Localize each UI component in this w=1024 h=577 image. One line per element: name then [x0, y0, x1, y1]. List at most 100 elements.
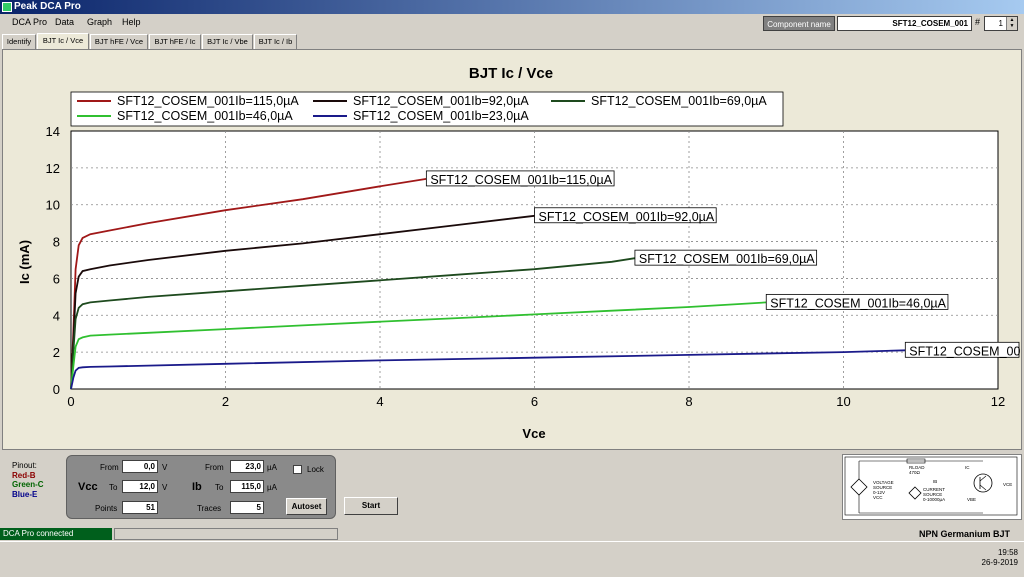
voltage-source-icon	[850, 478, 868, 496]
y-tick-label: 12	[46, 161, 60, 176]
pinout-blue: Blue-E	[12, 489, 38, 499]
menu-dca-pro[interactable]: DCA Pro	[12, 17, 47, 27]
ib-label: Ib	[192, 481, 202, 493]
pinout-title: Pinout:	[12, 461, 37, 470]
index-hash-label: #	[975, 17, 981, 27]
vce-schem-label: VCE	[1003, 482, 1012, 487]
pinout-red: Red-B	[12, 470, 36, 480]
series-end-label: SFT12_COSEM_001Ib=69,0µA	[634, 249, 818, 266]
traces-input[interactable]: 5	[230, 501, 264, 514]
component-index-value: 1	[998, 19, 1003, 28]
x-tick-label: 8	[685, 394, 692, 409]
ib-schem-label: IB	[933, 479, 937, 484]
vcc-label: Vcc	[78, 481, 98, 493]
legend-entry: SFT12_COSEM_001Ib=46,0µA	[117, 109, 293, 123]
ic-vce-chart: BJT Ic / Vce SFT12_COSEM_001Ib=115,0µA SF…	[17, 65, 1024, 441]
x-tick-label: 4	[376, 394, 383, 409]
vcc-to-label: To	[109, 483, 118, 492]
x-axis-label: Vce	[522, 426, 545, 441]
menu-graph[interactable]: Graph	[87, 17, 112, 27]
sweep-controls: Vcc From 0,0 V To 12,0 V Points 51 Ib Fr…	[66, 455, 336, 519]
menu-data[interactable]: Data	[55, 17, 74, 27]
chart-title: BJT Ic / Vce	[469, 65, 553, 82]
chart-legend: SFT12_COSEM_001Ib=115,0µA SFT12_COSEM_001…	[70, 91, 784, 127]
y-tick-label: 4	[53, 308, 60, 323]
pinout-green: Green-C	[12, 480, 44, 489]
connection-status: DCA Pro connected	[0, 528, 112, 540]
x-tick-label: 0	[67, 394, 74, 409]
legend-entry: SFT12_COSEM_001Ib=92,0µA	[353, 94, 529, 108]
plot-area: 0 2 4 6 8 10 12 0 2 4 6 8 10 12 14 SFT12_COSEM_001Ib=11…	[46, 124, 1024, 409]
series-end-label-text: SFT12_COSEM_001Ib=115,0µA	[430, 173, 612, 187]
ib-from-input[interactable]: 23,0	[230, 460, 264, 473]
clock-date: 26-9-2019	[981, 558, 1018, 567]
series-end-label: SFT12_COSEM_001Ib=92,0µA	[534, 207, 717, 224]
title-bar: Peak DCA Pro	[0, 0, 1024, 14]
schematic-diagram: VOLTAGE SOURCE 0-12V VCC RLOAD 470Ω IC C…	[844, 456, 1018, 516]
y-tick-label: 8	[53, 235, 60, 250]
ic-label: IC	[965, 465, 970, 470]
menu-help[interactable]: Help	[122, 17, 141, 27]
device-type: NPN Germanium BJT	[918, 529, 1010, 539]
spinner-arrows-icon[interactable]: ▲ ▼	[1006, 17, 1017, 30]
series-end-label-text: SFT12_COSEM_001Ib=92,0µA	[539, 210, 715, 224]
rload-value: 470Ω	[909, 470, 921, 475]
system-clock: 19:58 26-9-2019	[982, 548, 1018, 568]
points-input[interactable]: 51	[122, 501, 158, 514]
tab-bjt-hfe-ic[interactable]: BJT hFE / Ic	[149, 34, 201, 49]
ib-to-input[interactable]: 115,0	[230, 480, 264, 493]
autoset-button[interactable]: Autoset	[286, 498, 327, 515]
taskbar	[0, 541, 1024, 577]
vs-line4: VCC	[873, 495, 883, 500]
series-end-label: SFT12_COSEM_001Ib=115,0µA	[425, 170, 615, 187]
cs-line3: 0-10000µA	[923, 497, 945, 502]
transistor-icon	[973, 473, 993, 493]
vcc-from-input[interactable]: 0,0	[122, 460, 158, 473]
chart-panel: BJT Ic / Vce SFT12_COSEM_001Ib=115,0µA SF…	[2, 49, 1024, 450]
x-tick-label: 12	[991, 394, 1005, 409]
x-tick-label: 2	[222, 394, 229, 409]
x-tick-label: 10	[836, 394, 850, 409]
tab-bjt-ic-vbe[interactable]: BJT Ic / Vbe	[202, 34, 253, 49]
pinout-info: Pinout: Red-B Green-C Blue-E	[12, 461, 44, 499]
ib-to-label: To	[215, 483, 224, 492]
series-end-label-text: SFT12_COSEM_001Ib=69,0µA	[639, 252, 815, 266]
traces-label: Traces	[197, 504, 222, 513]
lock-label: Lock	[307, 465, 324, 474]
y-tick-label: 0	[53, 382, 60, 397]
y-axis-label: Ic (mA)	[17, 240, 32, 284]
progress-bar	[114, 528, 338, 540]
legend-entry: SFT12_COSEM_001Ib=23,0µA	[353, 109, 529, 123]
legend-entry: SFT12_COSEM_001Ib=115,0µA	[117, 94, 299, 108]
clock-time: 19:58	[997, 548, 1018, 557]
y-tick-label: 6	[53, 271, 60, 286]
tab-identify[interactable]: Identify	[2, 34, 36, 49]
series-end-label: SFT12_COSEM_001I	[904, 341, 1024, 358]
series-end-label-text: SFT12_COSEM_001I	[909, 344, 1021, 358]
vcc-from-label: From	[100, 463, 119, 472]
series-end-label: SFT12_COSEM_001Ib=46,0µA	[765, 293, 949, 310]
window-title: Peak DCA Pro	[14, 1, 81, 12]
ib-from-label: From	[205, 463, 224, 472]
current-source-icon	[908, 486, 922, 500]
series-end-label-text: SFT12_COSEM_001Ib=46,0µA	[770, 296, 946, 310]
legend-entry: SFT12_COSEM_001Ib=69,0µA	[591, 94, 767, 108]
vcc-to-input[interactable]: 12,0	[122, 480, 158, 493]
start-button[interactable]: Start	[344, 497, 398, 515]
y-tick-label: 14	[46, 124, 60, 139]
x-tick-label: 6	[531, 394, 538, 409]
tab-bjt-hfe-vce[interactable]: BJT hFE / Vce	[90, 34, 148, 49]
ib-from-unit: µA	[267, 463, 277, 472]
y-tick-label: 2	[53, 345, 60, 360]
component-index-spinner[interactable]: 1 ▲ ▼	[984, 16, 1018, 31]
vbe-label: VBE	[967, 497, 976, 502]
component-name-label: Component name	[763, 16, 835, 31]
points-label: Points	[95, 504, 118, 513]
circuit-schematic: VOLTAGE SOURCE 0-12V VCC RLOAD 470Ω IC C…	[842, 454, 1022, 520]
lock-checkbox[interactable]	[293, 465, 302, 474]
tab-bjt-ic-vce[interactable]: BJT Ic / Vce	[37, 33, 89, 50]
tab-bjt-ic-ib[interactable]: BJT Ic / Ib	[254, 34, 297, 49]
vcc-from-unit: V	[162, 463, 168, 472]
ib-to-unit: µA	[267, 483, 277, 492]
component-name-input[interactable]: SFT12_COSEM_001	[837, 16, 972, 31]
